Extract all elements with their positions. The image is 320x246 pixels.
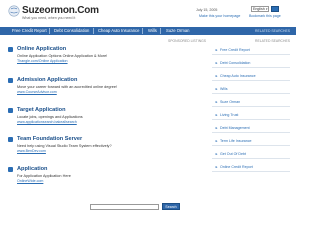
sidebar-item-wills[interactable]: ► Wills bbox=[212, 84, 290, 94]
search-button[interactable]: Search bbox=[162, 203, 180, 210]
sidebar-item-label: Free Credit Report bbox=[220, 48, 250, 52]
sidebar-item-suze-orman[interactable]: ► Suze Orman bbox=[212, 97, 290, 107]
sidebar-item-label: Debt Consolidation bbox=[220, 61, 251, 65]
nav-item-free-credit-report[interactable]: Free Credit Report bbox=[12, 27, 47, 35]
sidebar-item-label: Wills bbox=[220, 87, 228, 91]
sidebar-item-label: Living Trust bbox=[220, 113, 239, 117]
arrow-right-icon: ► bbox=[215, 139, 219, 143]
bullet-icon bbox=[8, 46, 13, 52]
sidebar-item-online-credit-report[interactable]: ► Online Credit Report bbox=[212, 162, 290, 172]
arrow-right-icon: ► bbox=[215, 61, 219, 65]
listing-url[interactable]: www.applicationsearch.bakeallsearch bbox=[17, 120, 77, 124]
listing-url[interactable]: Thangle.com/Online Application bbox=[17, 59, 68, 63]
sidebar-item-term-life-insurance[interactable]: ► Term Life Insurance bbox=[212, 136, 290, 146]
arrow-right-icon: ► bbox=[215, 48, 219, 52]
nav-item-wills[interactable]: Wills bbox=[148, 27, 157, 35]
arrow-right-icon: ► bbox=[215, 113, 219, 117]
listing-description: Move your career forward with an accredi… bbox=[17, 85, 118, 89]
chevron-down-icon: ▾ bbox=[265, 7, 268, 11]
sidebar-item-label: Get Out Of Debt bbox=[220, 152, 246, 156]
listing-description: Need help using Visual Studio Team Syste… bbox=[17, 144, 112, 148]
nav-divider bbox=[93, 28, 94, 34]
sidebar-item-label: Debt Management bbox=[220, 126, 250, 130]
bullet-icon bbox=[8, 166, 13, 172]
sidebar-item-cheap-auto-insurance[interactable]: ► Cheap Auto Insurance bbox=[212, 71, 290, 81]
bullet-icon bbox=[8, 107, 13, 113]
sidebar-item-label: Suze Orman bbox=[220, 100, 241, 104]
listing-url[interactable]: www.CourseAdvisor.com bbox=[17, 90, 57, 94]
sidebar-item-free-credit-report[interactable]: ► Free Credit Report bbox=[212, 45, 290, 55]
page-header: Suzeormon.Com What you need, when you ne… bbox=[0, 0, 296, 25]
bullet-icon bbox=[8, 136, 13, 142]
sidebar-item-label: Cheap Auto Insurance bbox=[220, 74, 256, 78]
listing-description: Locate jobs, openings and Applications bbox=[17, 115, 83, 119]
listing-description: Online Application Options Online Applic… bbox=[17, 54, 108, 58]
sidebar-item-get-out-of-debt[interactable]: ► Get Out Of Debt bbox=[212, 149, 290, 159]
arrow-right-icon: ► bbox=[215, 152, 219, 156]
nav-item-debt-consolidation[interactable]: Debt Consolidation bbox=[54, 27, 89, 35]
sidebar-item-debt-management[interactable]: ► Debt Management bbox=[212, 123, 290, 133]
listing-title[interactable]: Online Application bbox=[17, 46, 66, 52]
arrow-right-icon: ► bbox=[215, 87, 219, 91]
nav-divider bbox=[160, 28, 161, 34]
listing-title[interactable]: Application bbox=[17, 166, 47, 172]
bookmark-link[interactable]: Bookmark this page bbox=[249, 14, 281, 18]
top-nav-bar: Free Credit Report Debt Consolidation Ch… bbox=[0, 27, 296, 35]
date-text: July 15, 2005 bbox=[196, 8, 218, 12]
arrow-right-icon: ► bbox=[215, 165, 219, 169]
language-go-button[interactable] bbox=[271, 6, 279, 12]
sidebar-item-label: Term Life Insurance bbox=[220, 139, 252, 143]
homepage-link[interactable]: Make this your homepage bbox=[199, 14, 240, 18]
nav-divider bbox=[142, 28, 143, 34]
sidebar-item-debt-consolidation[interactable]: ► Debt Consolidation bbox=[212, 58, 290, 68]
nav-divider bbox=[49, 28, 50, 34]
site-title: Suzeormon.Com bbox=[22, 5, 99, 16]
globe-logo-icon bbox=[8, 5, 20, 17]
nav-item-suze-orman[interactable]: Suze Orman bbox=[166, 27, 190, 35]
language-value: English bbox=[253, 7, 265, 11]
bullet-icon bbox=[8, 77, 13, 83]
sidebar-item-label: Online Credit Report bbox=[220, 165, 253, 169]
search-input[interactable] bbox=[90, 204, 159, 210]
listing-url[interactable]: www.BenDev.com bbox=[17, 149, 46, 153]
listing-description: For Application Application Here bbox=[17, 174, 71, 178]
listing-title[interactable]: Admission Application bbox=[17, 77, 77, 83]
nav-item-cheap-auto-insurance[interactable]: Cheap Auto Insurance bbox=[98, 27, 139, 35]
sidebar-item-living-trust[interactable]: ► Living Trust bbox=[212, 110, 290, 120]
arrow-right-icon: ► bbox=[215, 100, 219, 104]
language-select[interactable]: English ▾ bbox=[251, 6, 269, 12]
page-footer bbox=[0, 214, 296, 246]
arrow-right-icon: ► bbox=[215, 126, 219, 130]
tagline: What you need, when you need it bbox=[22, 16, 76, 20]
listing-url[interactable]: OnlineWide.com bbox=[17, 179, 43, 183]
related-searches-heading: RELATED SEARCHES bbox=[255, 39, 290, 43]
listing-title[interactable]: Team Foundation Server bbox=[17, 136, 82, 142]
arrow-right-icon: ► bbox=[215, 74, 219, 78]
listing-title[interactable]: Target Application bbox=[17, 107, 65, 113]
sponsored-listings-heading: SPONSORED LISTINGS bbox=[168, 39, 207, 43]
related-searches-nav-label: RELATED SEARCHES bbox=[255, 29, 290, 33]
